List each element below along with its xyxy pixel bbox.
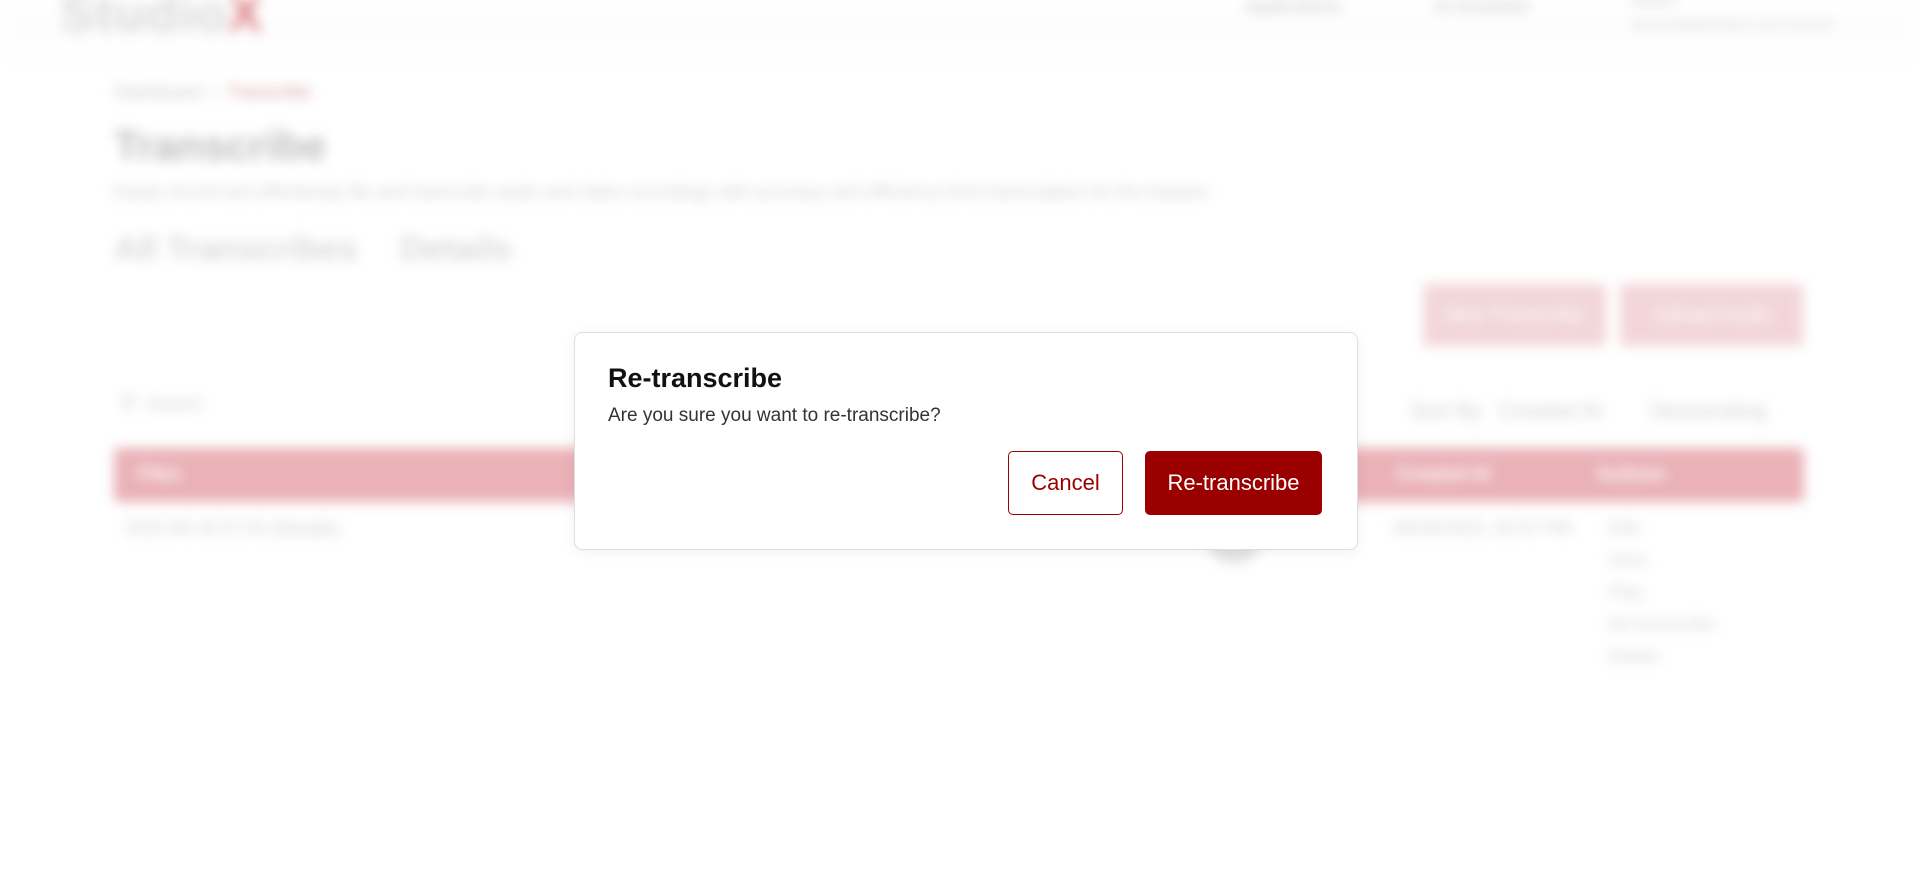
search-icon: ⚲ — [120, 390, 137, 415]
cancel-button[interactable]: Cancel — [1008, 451, 1123, 515]
column-header-files[interactable]: Files — [138, 464, 181, 486]
table-cell-created-at: 06/28/2025, 02:07 PM — [1394, 518, 1572, 538]
nav-item-applications[interactable]: Applications — [1245, 0, 1342, 17]
tab-details[interactable]: Details — [400, 230, 512, 269]
dialog-title: Re-transcribe — [608, 363, 783, 393]
row-action-re-transcribe[interactable]: Re-transcribe — [1608, 614, 1716, 635]
user-email: transcribe@studiox.com Account — [1630, 16, 1835, 32]
re-transcribe-dialog: Re-transcribe Are you sure you want to r… — [574, 332, 1358, 550]
new-transcribe-button[interactable]: New Transcribe — [1423, 284, 1606, 346]
user-name[interactable]: Admin — [1630, 0, 1675, 10]
sort-order-select[interactable]: Descending — [1650, 398, 1766, 424]
dialog-message: Are you sure you want to re-transcribe? — [608, 405, 941, 426]
breadcrumb-current: Transcribe — [227, 82, 312, 102]
app-logo[interactable]: StudioX — [60, 0, 263, 44]
row-action-view[interactable]: View — [1608, 550, 1647, 571]
page-description: Easily record and effortlessly file and … — [114, 182, 1208, 202]
breadcrumb-home[interactable]: Dashboard — [114, 82, 202, 102]
breadcrumb: Dashboard / Transcribe — [114, 82, 311, 103]
tab-all-transcribes[interactable]: All Transcribes — [114, 230, 358, 269]
row-action-delete[interactable]: Delete — [1608, 646, 1660, 667]
row-action-play[interactable]: Play — [1608, 582, 1643, 603]
row-action-edit[interactable]: Edit — [1608, 518, 1639, 539]
top-navbar: StudioX Applications AI Assistant Admin … — [0, 0, 1920, 57]
breadcrumb-separator: / — [212, 82, 218, 102]
upload-audio-button[interactable]: Upload Audio — [1620, 284, 1803, 346]
logo-accent: X — [227, 0, 264, 43]
logo-text: Studio — [60, 0, 228, 43]
nav-item-ai-assistant[interactable]: AI Assistant — [1435, 0, 1529, 17]
column-header-actions: Actions — [1596, 464, 1666, 485]
table-cell-file[interactable]: 2025-06-28 07:54 (Bangla) — [124, 518, 339, 539]
sort-field-select[interactable]: Created At — [1498, 398, 1602, 424]
sort-label: Sort By — [1410, 398, 1483, 423]
search-placeholder: Search — [146, 394, 204, 414]
page-title: Transcribe — [114, 122, 327, 169]
re-transcribe-button[interactable]: Re-transcribe — [1145, 451, 1322, 515]
page-root: StudioX Applications AI Assistant Admin … — [0, 0, 1920, 878]
search-input[interactable]: ⚲ Search — [120, 390, 420, 420]
column-header-created-at[interactable]: Created At — [1396, 464, 1491, 486]
